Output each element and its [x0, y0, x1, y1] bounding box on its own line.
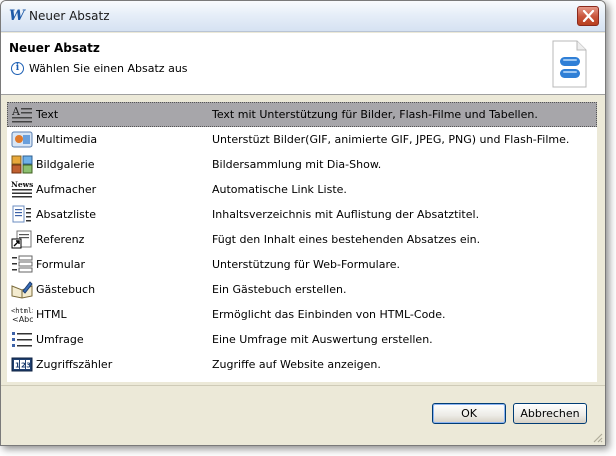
- list-item-label: Bildgalerie: [36, 158, 95, 171]
- list-item-description: Eine Umfrage mit Auswertung erstellen.: [212, 333, 433, 346]
- list-item-description: Zugriffe auf Website anzeigen.: [212, 358, 381, 371]
- survey-icon: [12, 332, 32, 347]
- list-item-description: Unterstützung für Web-Formulare.: [212, 258, 400, 271]
- list-item-label: Gästebuch: [36, 283, 96, 296]
- close-button[interactable]: [577, 6, 599, 26]
- list-item-zugriffszaehler[interactable]: 1 2 3 Zugriffszähler Zugriffe auf Websit…: [7, 352, 597, 377]
- paragraph-document-icon: [552, 40, 587, 88]
- list-item-label: Zugriffszähler: [36, 358, 113, 371]
- svg-text:News: News: [11, 180, 33, 189]
- dialog-header: Neuer Absatz i Wählen Sie einen Absatz a…: [1, 33, 605, 95]
- list-item-formular[interactable]: Formular Unterstützung für Web-Formulare…: [7, 252, 597, 277]
- list-item-text[interactable]: A Text Text mit Unterstützung für Bilder…: [7, 102, 597, 127]
- list-item-description: Text mit Unterstützung für Bilder, Flash…: [212, 108, 538, 121]
- close-icon: [582, 10, 595, 22]
- window-title: Neuer Absatz: [29, 9, 110, 23]
- svg-text:2: 2: [21, 362, 26, 370]
- html-icon: <html> <Abc: [11, 307, 33, 324]
- list-item-label: HTML: [36, 308, 67, 321]
- dialog-window: W Neuer Absatz Neuer Absatz i Wählen Sie…: [0, 0, 606, 446]
- svg-text:<Abc: <Abc: [12, 315, 33, 324]
- list-item-referenz[interactable]: Referenz Fügt den Inhalt eines bestehend…: [7, 227, 597, 252]
- list-icon: [12, 205, 31, 223]
- list-item-description: Fügt den Inhalt eines bestehenden Absatz…: [212, 233, 481, 246]
- list-item-label: Aufmacher: [36, 183, 97, 196]
- list-item-description: Automatische Link Liste.: [212, 183, 347, 196]
- list-item-label: Text: [36, 108, 59, 121]
- list-item-description: Inhaltsverzeichnis mit Auflistung der Ab…: [212, 208, 480, 221]
- list-item-description: Unterstüzt Bilder(GIF, animierte GIF, JP…: [212, 133, 570, 146]
- list-item-label: Formular: [36, 258, 86, 271]
- news-icon: News: [11, 180, 33, 198]
- counter-icon: 1 2 3: [11, 357, 33, 372]
- list-item-label: Referenz: [36, 233, 85, 246]
- gallery-icon: [11, 155, 33, 174]
- app-logo-icon: W: [9, 8, 25, 24]
- guestbook-icon: [11, 281, 33, 299]
- list-item-description: Ein Gästebuch erstellen.: [212, 283, 347, 296]
- header-subtitle: Wählen Sie einen Absatz aus: [29, 62, 188, 75]
- multimedia-icon: [11, 131, 33, 148]
- list-item-description: Ermöglicht das Einbinden von HTML-Code.: [212, 308, 446, 321]
- form-icon: [12, 255, 33, 273]
- list-item-aufmacher[interactable]: News Aufmacher Automatische Link Liste.: [7, 177, 597, 202]
- list-item-description: Bildersammlung mit Dia-Show.: [212, 158, 382, 171]
- list-item-bildgalerie[interactable]: Bildgalerie Bildersammlung mit Dia-Show.: [7, 152, 597, 177]
- list-item-umfrage[interactable]: Umfrage Eine Umfrage mit Auswertung erst…: [7, 327, 597, 352]
- list-item-label: Absatzliste: [36, 208, 96, 221]
- list-item-label: Umfrage: [36, 333, 84, 346]
- list-item-multimedia[interactable]: Multimedia Unterstüzt Bilder(GIF, animie…: [7, 127, 597, 152]
- list-item-label: Multimedia: [36, 133, 98, 146]
- text-icon: A: [11, 105, 32, 123]
- paragraph-type-list: A Text Text mit Unterstützung für Bilder…: [7, 102, 597, 382]
- svg-text:<html>: <html>: [11, 307, 33, 315]
- header-title: Neuer Absatz: [9, 41, 100, 55]
- svg-text:A: A: [11, 105, 21, 118]
- ok-button[interactable]: OK: [432, 403, 506, 424]
- list-item-html[interactable]: <html> <Abc HTML Ermöglicht das Einbinde…: [7, 302, 597, 327]
- resize-grip-icon[interactable]: [591, 431, 603, 443]
- list-item-gaestebuch[interactable]: Gästebuch Ein Gästebuch erstellen.: [7, 277, 597, 302]
- footer-divider: [1, 385, 605, 386]
- info-icon: i: [11, 62, 24, 75]
- svg-text:3: 3: [26, 362, 31, 370]
- cancel-button[interactable]: Abbrechen: [513, 403, 587, 424]
- title-bar[interactable]: W Neuer Absatz: [1, 1, 605, 32]
- list-item-absatzliste[interactable]: Absatzliste Inhaltsverzeichnis mit Aufli…: [7, 202, 597, 227]
- reference-icon: [11, 230, 32, 249]
- svg-text:1: 1: [15, 362, 20, 370]
